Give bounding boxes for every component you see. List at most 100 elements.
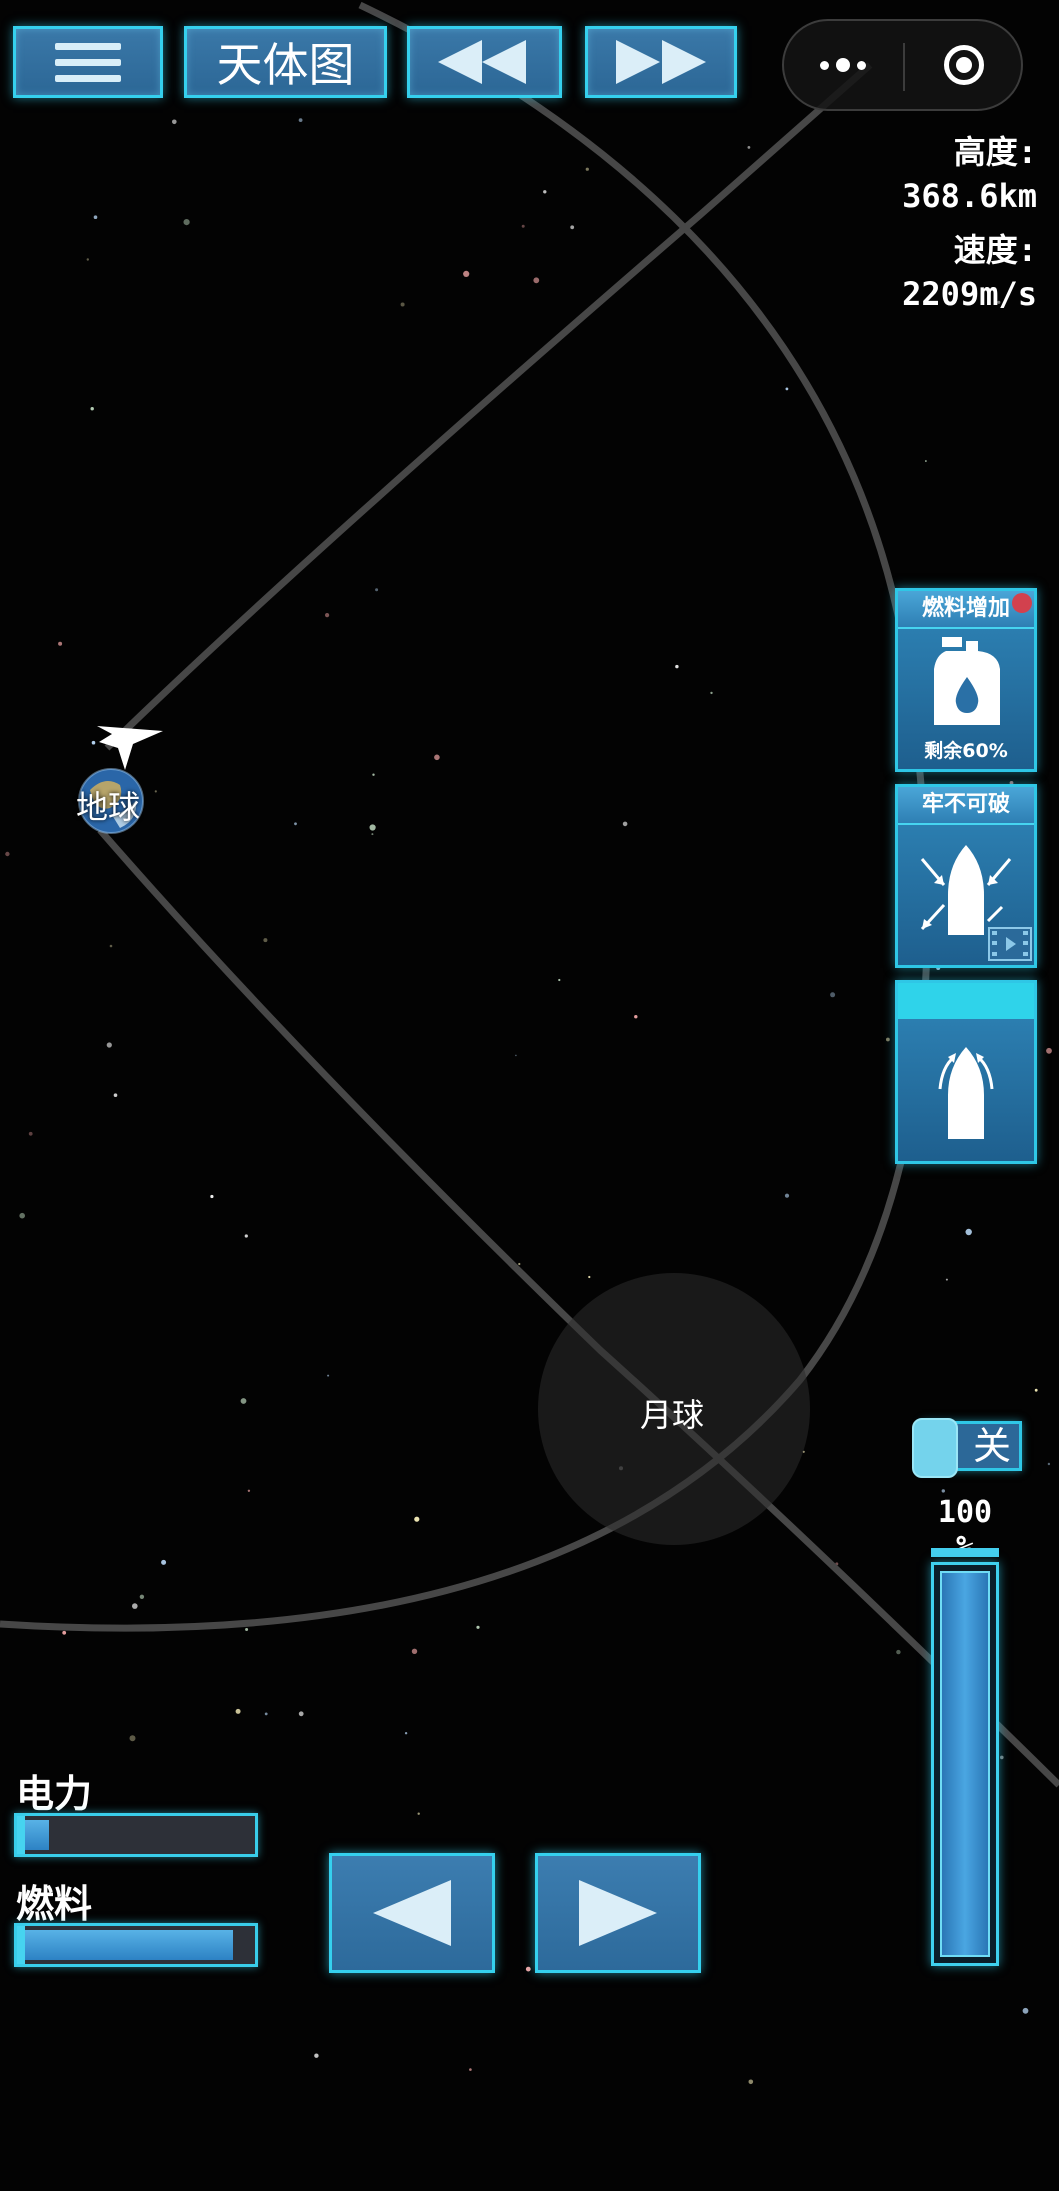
star bbox=[132, 1603, 138, 1609]
star bbox=[1022, 2007, 1029, 2014]
rocket-boost-card[interactable] bbox=[895, 980, 1037, 1164]
speed-label: 速度: bbox=[953, 231, 1037, 269]
earth-label: 地球 bbox=[76, 788, 141, 826]
star bbox=[1046, 1047, 1052, 1054]
star bbox=[240, 1398, 247, 1404]
fuel-boost-card[interactable]: 燃料增加 剩余60% bbox=[895, 588, 1037, 772]
star bbox=[945, 1278, 948, 1281]
video-ad-icon bbox=[988, 927, 1032, 961]
moon-label: 月球 bbox=[640, 1396, 705, 1434]
star bbox=[93, 215, 98, 219]
menu-button[interactable] bbox=[13, 26, 163, 98]
fuel-meter-notch bbox=[17, 1926, 25, 1964]
star bbox=[28, 1131, 33, 1136]
star bbox=[747, 146, 751, 149]
fuel-meter bbox=[14, 1923, 258, 1967]
transfer-trajectory bbox=[104, 62, 873, 751]
star bbox=[109, 944, 113, 948]
star bbox=[129, 1735, 136, 1742]
star bbox=[325, 613, 330, 618]
star bbox=[622, 821, 628, 827]
star bbox=[113, 1093, 118, 1097]
auto-toggle[interactable]: 关 bbox=[912, 1418, 1022, 1478]
star bbox=[634, 1015, 638, 1019]
star bbox=[62, 1630, 67, 1635]
star bbox=[785, 387, 789, 391]
star bbox=[247, 1489, 251, 1493]
star bbox=[19, 1212, 26, 1219]
star bbox=[585, 167, 589, 171]
star bbox=[244, 1234, 248, 1238]
star bbox=[543, 190, 547, 194]
steer-right-button[interactable] bbox=[535, 1853, 701, 1973]
fuel-meter-fill bbox=[21, 1930, 233, 1960]
star bbox=[1034, 1388, 1038, 1392]
game-stage[interactable]: 地球 月球 天体图 高度: 368.6km 速度: 2209m/s 燃料增加 剩… bbox=[0, 0, 1059, 2191]
star bbox=[298, 1711, 304, 1717]
star bbox=[941, 1489, 945, 1493]
star bbox=[91, 740, 96, 745]
star bbox=[375, 588, 379, 592]
star bbox=[1000, 1755, 1004, 1760]
star bbox=[886, 1037, 890, 1042]
star-map-button[interactable]: 天体图 bbox=[184, 26, 387, 98]
star bbox=[525, 1966, 531, 1972]
right-triangle-icon bbox=[579, 1880, 657, 1946]
mini-program-capsule bbox=[782, 19, 1023, 111]
spaceship[interactable] bbox=[97, 726, 163, 770]
star bbox=[414, 1516, 420, 1522]
star bbox=[896, 1649, 901, 1655]
star bbox=[245, 1628, 249, 1631]
star bbox=[533, 277, 540, 284]
hamburger-icon bbox=[55, 34, 121, 91]
fuel-canister-icon bbox=[934, 637, 1000, 725]
star bbox=[161, 1559, 167, 1565]
star bbox=[263, 938, 268, 943]
throttle-slider[interactable] bbox=[931, 1562, 999, 1966]
star bbox=[1047, 1462, 1051, 1466]
close-mini-program-button[interactable] bbox=[905, 21, 1023, 109]
notification-dot bbox=[1012, 593, 1032, 613]
auto-toggle-label: 关 bbox=[972, 1424, 1011, 1468]
star bbox=[210, 1194, 214, 1199]
star bbox=[327, 1374, 330, 1377]
left-triangle-icon bbox=[373, 1880, 451, 1946]
star bbox=[90, 407, 94, 411]
power-label: 电力 bbox=[16, 1772, 93, 1816]
star bbox=[183, 219, 190, 226]
star bbox=[404, 1732, 408, 1735]
double-left-triangle-icon bbox=[437, 40, 526, 84]
star bbox=[515, 1054, 517, 1057]
fuel-label: 燃料 bbox=[16, 1882, 93, 1926]
star bbox=[106, 1042, 112, 1048]
star bbox=[371, 833, 374, 836]
star bbox=[476, 1625, 480, 1629]
invincible-card[interactable]: 牢不可破 bbox=[895, 784, 1037, 968]
rewind-button[interactable] bbox=[407, 26, 562, 98]
altitude-readout: 高度: 368.6km bbox=[902, 130, 1037, 218]
throttle-fill bbox=[940, 1571, 990, 1957]
star bbox=[58, 641, 63, 646]
star bbox=[965, 1228, 972, 1236]
star bbox=[675, 664, 679, 669]
invincible-title: 牢不可破 bbox=[898, 787, 1034, 825]
star bbox=[294, 822, 297, 826]
return-trajectory bbox=[97, 827, 1059, 1788]
star bbox=[570, 225, 575, 230]
star bbox=[748, 2079, 754, 2085]
steer-left-button[interactable] bbox=[329, 1853, 495, 1973]
rocket-boost-icon bbox=[938, 1047, 994, 1139]
boost-card-header bbox=[898, 983, 1034, 1019]
star bbox=[314, 2053, 319, 2058]
auto-toggle-knob[interactable] bbox=[912, 1418, 958, 1478]
power-meter-notch bbox=[17, 1816, 25, 1854]
more-button[interactable] bbox=[784, 21, 902, 109]
star bbox=[5, 851, 10, 857]
fast-forward-button[interactable] bbox=[585, 26, 737, 98]
star bbox=[784, 1193, 790, 1198]
star bbox=[469, 2068, 472, 2071]
throttle-cap bbox=[931, 1548, 999, 1557]
speed-value: 2209m/s bbox=[902, 275, 1037, 313]
star bbox=[558, 978, 561, 982]
star bbox=[369, 824, 376, 831]
